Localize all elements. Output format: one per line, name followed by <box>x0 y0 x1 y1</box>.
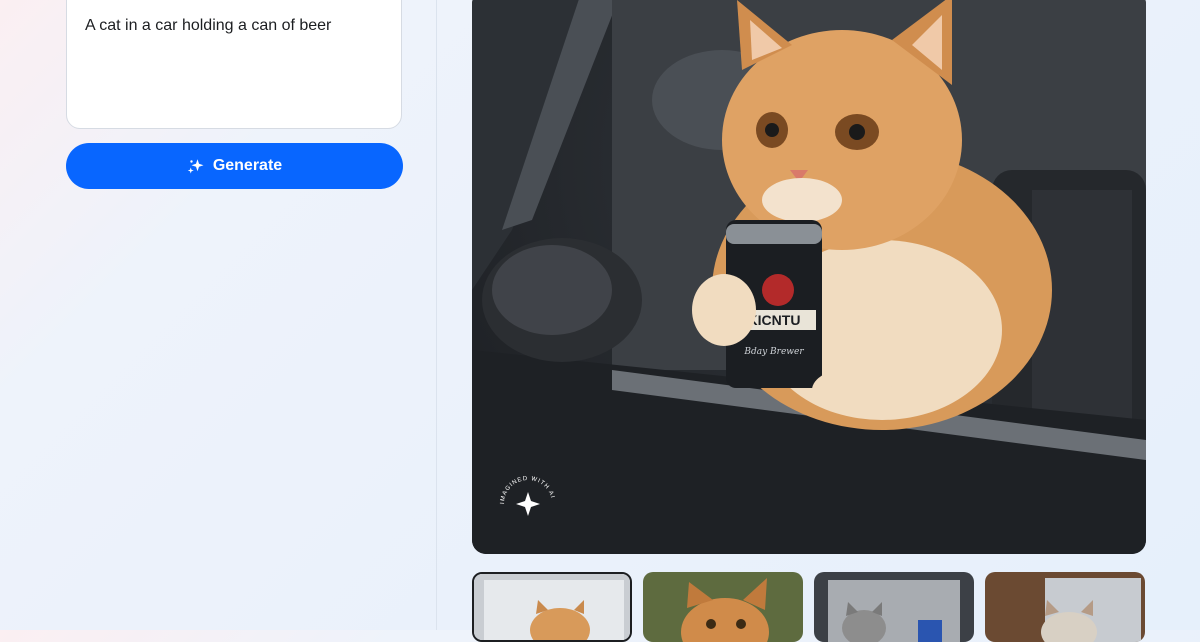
thumbnail-2-image <box>643 572 803 642</box>
cat-paw-left <box>692 274 756 346</box>
prompt-text: A cat in a car holding a can of beer <box>85 17 332 34</box>
cat-pupil-right <box>849 124 865 140</box>
thumbnail-3-image <box>814 572 974 642</box>
thumbnail-4-image <box>985 572 1145 642</box>
thumbnail-1[interactable] <box>472 572 632 642</box>
mirror-highlight <box>492 245 612 335</box>
sparkle-icon <box>187 159 204 174</box>
thumbnail-2[interactable] <box>643 572 803 642</box>
cat-paw-right <box>812 368 892 412</box>
watermark-sparkle-icon <box>516 492 540 516</box>
thumbnail-3[interactable] <box>814 572 974 642</box>
beer-can-top <box>726 224 822 244</box>
generate-button[interactable]: Generate <box>66 143 403 189</box>
thumbnail-4[interactable] <box>985 572 1145 642</box>
cat-muzzle <box>762 178 842 222</box>
cat-in-car-illustration: KICNTU Bday Brewer <box>472 0 1146 554</box>
generate-button-label: Generate <box>212 157 283 174</box>
thumbnail-1-image <box>474 574 630 640</box>
left-panel: A cat in a car holding a can of beer Gen… <box>0 0 436 630</box>
prompt-input[interactable]: A cat in a car holding a can of beer <box>66 0 402 129</box>
beer-can-script: Bday Brewer <box>743 347 804 357</box>
beer-can-logo <box>762 274 794 306</box>
imagined-with-ai-watermark: IMAGINED WITH AI <box>500 476 554 516</box>
generated-image[interactable]: KICNTU Bday Brewer <box>472 0 1146 554</box>
panel-divider <box>436 0 437 630</box>
cat-pupil-left <box>765 123 779 137</box>
